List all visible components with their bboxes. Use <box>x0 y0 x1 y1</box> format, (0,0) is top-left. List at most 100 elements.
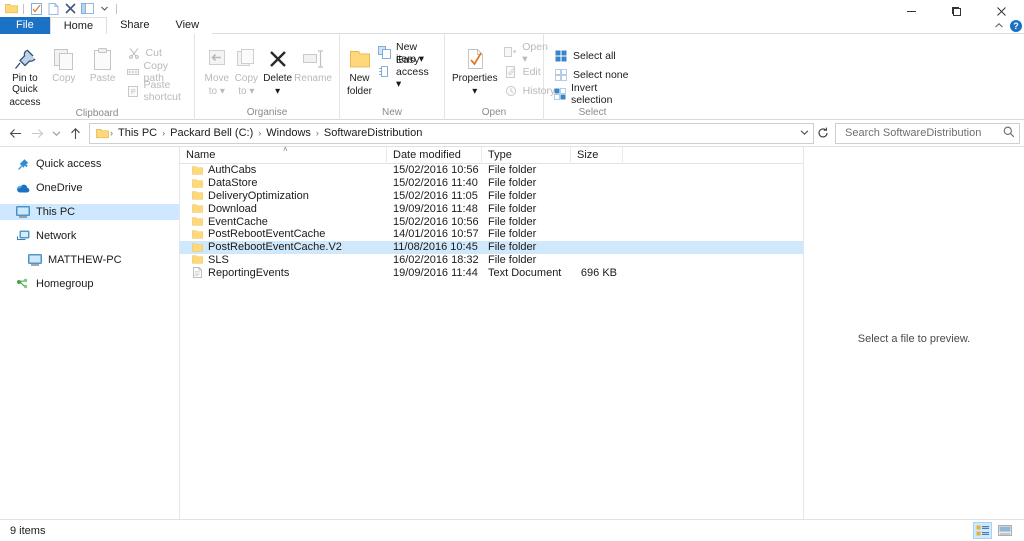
view-mode-buttons <box>973 522 1014 539</box>
new-small-commands: New item ▾ Easy access ▾ <box>375 39 437 80</box>
invert-selection-icon <box>554 87 566 101</box>
pin-to-quick-access-button[interactable]: Pin to Quick access <box>7 39 43 108</box>
ribbon-group-clipboard: Pin to Quick access Copy Paste <box>0 34 195 120</box>
details-view-button[interactable] <box>973 522 992 539</box>
move-to-button[interactable]: Move to ▾ <box>202 39 232 97</box>
copy-to-button[interactable]: Copy to ▾ <box>232 39 262 97</box>
new-folder-button[interactable]: New folder <box>347 39 372 97</box>
new-folder-label-2: folder <box>347 86 372 97</box>
pin-icon <box>14 43 36 71</box>
table-row[interactable]: PostRebootEventCache 14/01/2016 10:57 Fi… <box>180 228 803 241</box>
ribbon-right-controls: ? <box>994 17 1022 34</box>
sidebar-item-label-onedrive: OneDrive <box>36 182 82 194</box>
delete-icon[interactable] <box>63 2 77 15</box>
breadcrumb-item-packard-bell-c[interactable]: Packard Bell (C:) <box>165 127 258 139</box>
paste-shortcut-button[interactable]: P Paste shortcut <box>124 82 187 99</box>
invert-selection-button[interactable]: Invert selection <box>551 85 634 102</box>
delete-button[interactable]: Delete ▾ <box>261 39 294 97</box>
search-input[interactable] <box>843 126 1003 140</box>
properties-icon[interactable] <box>29 2 43 15</box>
up-button[interactable] <box>64 122 86 144</box>
folder-icon <box>192 165 203 175</box>
column-header-date-modified[interactable]: Date modified <box>387 147 482 164</box>
homegroup-icon <box>16 277 30 291</box>
properties-button[interactable]: Properties ▾ <box>452 39 498 97</box>
chevron-down-icon[interactable] <box>797 129 811 138</box>
sidebar-item-matthew-pc[interactable]: MATTHEW-PC <box>0 252 179 268</box>
ribbon: Pin to Quick access Copy Paste <box>0 34 1024 120</box>
breadcrumb-item-windows[interactable]: Windows <box>261 127 316 139</box>
customize-qat-icon[interactable] <box>97 2 111 15</box>
copy-to-label-2: to ▾ <box>238 86 254 97</box>
status-bar: 9 items <box>0 519 1024 541</box>
folder-icon <box>192 229 203 239</box>
column-header-size[interactable]: Size <box>571 147 623 164</box>
select-none-label: Select none <box>573 69 628 81</box>
search-box[interactable] <box>835 123 1020 144</box>
properties-label-2: ▾ <box>472 86 477 97</box>
new-folder-label-1: New <box>350 73 370 84</box>
help-icon[interactable]: ? <box>1010 20 1022 32</box>
large-icons-view-button[interactable] <box>995 522 1014 539</box>
copy-to-label-1: Copy <box>235 73 258 84</box>
paste-button[interactable]: Paste <box>85 39 121 84</box>
table-row[interactable]: AuthCabs 15/02/2016 10:56 File folder <box>180 164 803 177</box>
pin-star-icon <box>16 157 30 171</box>
back-button[interactable] <box>4 122 26 144</box>
file-date: 15/02/2016 10:56 <box>387 216 482 228</box>
search-icon[interactable] <box>1003 126 1015 141</box>
chevron-up-icon[interactable] <box>994 21 1004 31</box>
copy-path-button[interactable]: Copy path <box>124 63 187 80</box>
delete-x-icon <box>267 43 289 71</box>
folder-icon <box>192 204 203 214</box>
breadcrumb-item-softwaredistribution[interactable]: SoftwareDistribution <box>319 127 427 139</box>
sidebar-item-quick-access[interactable]: Quick access <box>0 156 179 172</box>
recent-locations-button[interactable] <box>48 122 64 144</box>
ribbon-group-organise: Move to ▾ Copy to ▾ Delete ▾ <box>195 34 340 120</box>
table-row[interactable]: SLS 16/02/2016 18:32 File folder <box>180 254 803 267</box>
undo-icon[interactable] <box>80 2 94 15</box>
tab-share[interactable]: Share <box>107 17 162 34</box>
table-row[interactable]: DataStore 15/02/2016 11:40 File folder <box>180 177 803 190</box>
delete-label-1: Delete <box>263 73 292 84</box>
table-row[interactable]: ReportingEvents 19/09/2016 11:44 Text Do… <box>180 266 803 279</box>
item-count-label: 9 items <box>10 525 45 537</box>
sidebar-item-network[interactable]: Network <box>0 228 179 244</box>
select-none-button[interactable]: Select none <box>551 66 634 83</box>
breadcrumb-item-this-pc[interactable]: This PC <box>113 127 162 139</box>
organise-group-title: Organise <box>195 107 339 120</box>
copy-button[interactable]: Copy <box>46 39 82 84</box>
tab-view[interactable]: View <box>162 17 212 34</box>
folder-icon <box>192 217 203 227</box>
rename-button[interactable]: Rename <box>294 39 332 84</box>
sidebar-item-onedrive[interactable]: OneDrive <box>0 180 179 196</box>
folder-icon[interactable] <box>4 2 18 15</box>
file-size: 696 KB <box>571 267 623 279</box>
tab-file[interactable]: File <box>0 17 50 34</box>
refresh-button[interactable] <box>814 123 832 144</box>
forward-button[interactable] <box>26 122 48 144</box>
breadcrumb-bar[interactable]: › This PC › Packard Bell (C:) › Windows … <box>89 123 814 144</box>
rename-label: Rename <box>294 73 332 84</box>
sidebar-item-homegroup[interactable]: Homegroup <box>0 276 179 292</box>
table-row[interactable]: Download 19/09/2016 11:48 File folder <box>180 202 803 215</box>
folder-icon <box>192 191 203 201</box>
easy-access-button[interactable]: Easy access ▾ <box>375 63 437 80</box>
table-row[interactable]: DeliveryOptimization 15/02/2016 11:05 Fi… <box>180 190 803 203</box>
navigation-pane: Quick access OneDrive This PC Network <box>0 147 180 519</box>
select-all-button[interactable]: Select all <box>551 47 634 64</box>
table-row[interactable]: PostRebootEventCache.V2 11/08/2016 10:45… <box>180 241 803 254</box>
move-to-label-2: to ▾ <box>209 86 225 97</box>
sidebar-item-this-pc[interactable]: This PC <box>0 204 179 220</box>
tab-home[interactable]: Home <box>50 17 107 34</box>
folder-icon <box>192 242 203 252</box>
table-row[interactable]: EventCache 15/02/2016 10:56 File folder <box>180 215 803 228</box>
file-type: File folder <box>482 203 571 215</box>
ribbon-tabs: File Home Share View ? <box>0 17 1024 34</box>
cut-button[interactable]: Cut <box>124 44 187 61</box>
file-list-pane: Name Date modified Type Size ˄ AuthCabs … <box>180 147 803 519</box>
column-header-type[interactable]: Type <box>482 147 571 164</box>
file-date: 15/02/2016 11:05 <box>387 190 482 202</box>
new-folder-icon[interactable] <box>46 2 60 15</box>
invert-selection-label: Invert selection <box>571 82 631 106</box>
